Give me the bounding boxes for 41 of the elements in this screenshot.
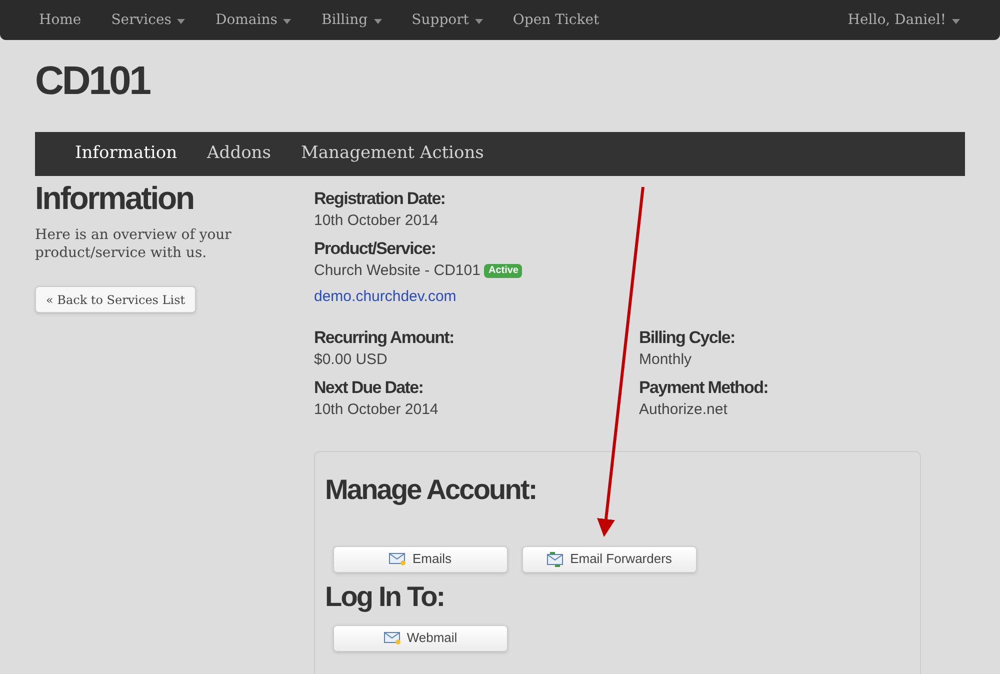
back-button[interactable]: « Back to Services List: [35, 286, 196, 313]
caret-icon: [952, 18, 960, 24]
caret-icon: [474, 18, 483, 24]
action-button[interactable]: Emails: [333, 546, 508, 572]
nav-link[interactable]: Billing: [306, 10, 397, 30]
field-value: 10th October 2014: [314, 400, 438, 420]
panel-heading: Log In To:: [325, 580, 446, 614]
nav-link[interactable]: Domains: [200, 10, 306, 30]
field-value: Monthly: [639, 350, 692, 370]
tab[interactable]: Information: [60, 141, 192, 167]
section-heading: Information: [35, 179, 194, 218]
field-label: Next Due Date:: [314, 376, 424, 398]
field-label: Product/Service:: [314, 238, 436, 260]
user-menu[interactable]: Hello, Daniel!: [832, 10, 976, 30]
tab[interactable]: Addons: [192, 141, 286, 167]
tab[interactable]: Management Actions: [286, 141, 499, 167]
caret-icon: [283, 18, 292, 24]
field-label: Billing Cycle:: [639, 326, 735, 348]
domain-link[interactable]: demo.churchdev.com: [314, 286, 456, 308]
field-label: Recurring Amount:: [314, 326, 454, 348]
caret-icon: [374, 18, 382, 24]
nav-link[interactable]: Services: [96, 10, 200, 30]
panel-heading: Manage Account:: [325, 472, 538, 507]
status-badge: Active: [484, 264, 522, 278]
overview-text: Here is an overview of your product/service with us.: [35, 226, 232, 262]
envelope-icon: [384, 631, 401, 645]
field-value: 10th October 2014: [314, 211, 438, 231]
field-value: Church Website - CD101: [314, 261, 480, 281]
nav-link[interactable]: Open Ticket: [498, 10, 614, 30]
field-value: $0.00 USD: [314, 350, 388, 370]
nav-link[interactable]: Support: [396, 10, 498, 30]
nav-link[interactable]: Home: [24, 10, 96, 30]
page-title: CD101: [35, 58, 150, 105]
caret-icon: [177, 18, 186, 24]
envelope-icon: [389, 552, 406, 566]
action-button[interactable]: Email Forwarders: [522, 546, 697, 572]
action-button[interactable]: Webmail: [333, 624, 508, 652]
field-label: Payment Method:: [639, 376, 768, 398]
field-value: Authorize.net: [639, 400, 728, 420]
field-label: Registration Date:: [314, 188, 446, 210]
envelope-arrows-icon: [547, 552, 564, 566]
